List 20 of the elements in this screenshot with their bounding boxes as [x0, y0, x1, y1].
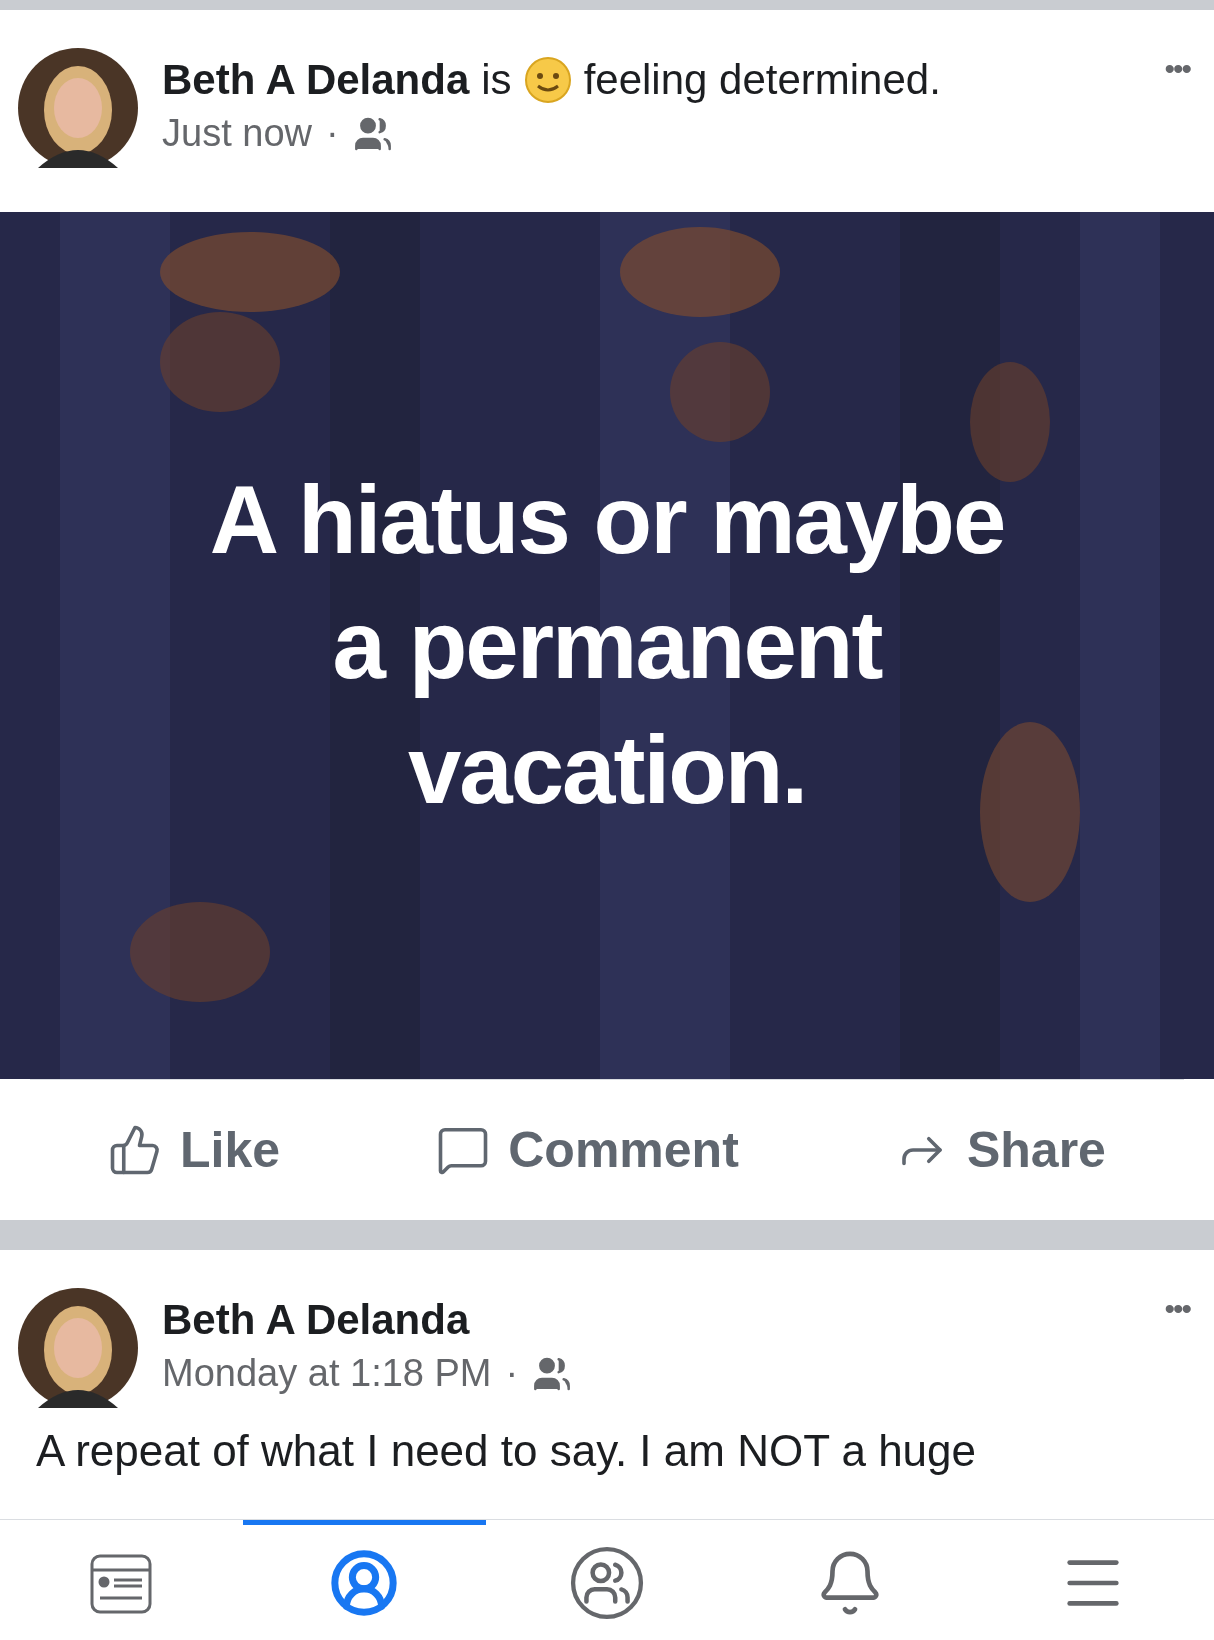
groups-icon — [570, 1545, 644, 1620]
comment-button[interactable]: Comment — [428, 1113, 747, 1187]
post-time[interactable]: Just now — [162, 112, 312, 155]
like-button[interactable]: Like — [100, 1113, 289, 1187]
share-button[interactable]: Share — [886, 1113, 1114, 1187]
post-text: A repeat of what I need to say. I am NOT a huge — [35, 1425, 978, 1476]
author-name[interactable]: Beth A Delanda — [162, 1296, 470, 1344]
avatar-icon[interactable] — [18, 1288, 138, 1408]
separator-dot: · — [325, 112, 339, 155]
status-verb: is — [481, 56, 512, 104]
profile-icon — [329, 1547, 400, 1618]
feeling-text: feeling determined. — [583, 56, 941, 104]
smiling-emoji-icon — [523, 56, 572, 104]
more-options[interactable]: ••• — [1164, 1288, 1190, 1326]
post-time[interactable]: Monday at 1:18 PM — [162, 1352, 492, 1395]
separator-dot: · — [505, 1352, 519, 1395]
avatar-icon[interactable] — [18, 48, 138, 168]
post-background-text: A hiatus or maybe a permanent vacation. — [208, 465, 1006, 825]
more-options[interactable]: ••• — [1164, 48, 1190, 86]
author-name[interactable]: Beth A Delanda — [162, 56, 470, 104]
